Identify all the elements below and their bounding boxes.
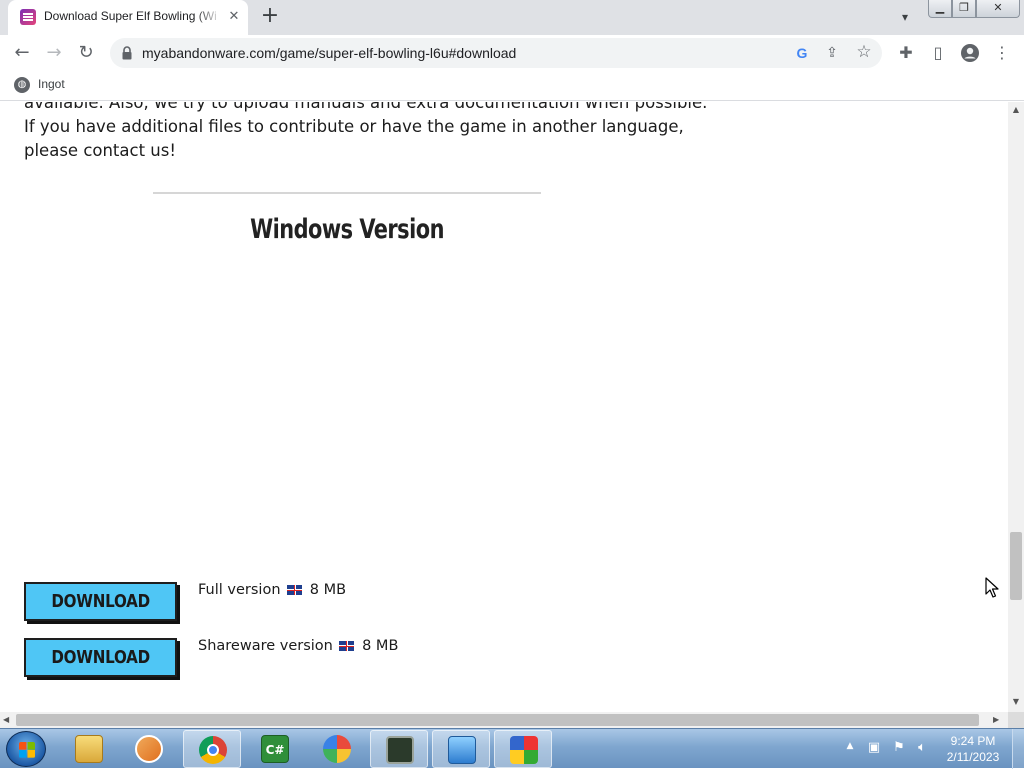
intro-line: If you have additional files to contribu…: [24, 117, 684, 136]
download-button-label: DOWNLOAD: [51, 647, 150, 668]
avg-icon: [510, 736, 538, 764]
taskbar-file-explorer[interactable]: [60, 730, 118, 768]
download-shareware-button[interactable]: DOWNLOAD: [24, 638, 177, 677]
tab-search-chevron-icon[interactable]: ▾: [894, 6, 916, 28]
taskbar-monitor-app[interactable]: [370, 730, 428, 768]
section-divider: [153, 192, 541, 194]
bookmark-star-icon[interactable]: ☆: [854, 42, 874, 62]
lock-icon[interactable]: [122, 46, 132, 60]
download-name: Shareware version: [198, 638, 333, 654]
media-player-icon: [135, 735, 163, 763]
download-size: 8 MB: [362, 638, 399, 654]
horizontal-scroll-thumb[interactable]: [16, 714, 979, 726]
scrollbar-corner: [1008, 712, 1024, 728]
file-explorer-icon: [75, 735, 103, 763]
vertical-scroll-thumb[interactable]: [1010, 532, 1022, 600]
restore-window-button[interactable]: ❐: [952, 0, 976, 18]
forward-arrow-icon[interactable]: →: [40, 39, 68, 67]
tab-strip: Download Super Elf Bowling (Wi ✕ + ▾ ▁ ❐…: [0, 0, 1024, 35]
scroll-down-arrow-icon[interactable]: ▼: [1011, 698, 1021, 706]
volume-icon[interactable]: 🔈︎: [914, 739, 930, 757]
scroll-left-arrow-icon[interactable]: ◀: [3, 715, 13, 725]
vertical-scrollbar[interactable]: ▲ ▼: [1008, 102, 1024, 712]
scroll-up-arrow-icon[interactable]: ▲: [1011, 106, 1021, 114]
show-hidden-icons-icon[interactable]: ▲: [844, 741, 856, 753]
action-center-flag-icon[interactable]: ⚑: [891, 739, 907, 757]
chrome-menu-icon[interactable]: ⋮: [989, 40, 1015, 66]
download-name: Full version: [198, 582, 281, 598]
bookmarks-bar: ◍ Ingot: [0, 71, 1024, 101]
scroll-right-arrow-icon[interactable]: ▶: [993, 715, 1003, 725]
windows-taskbar: C# ▲ ▣ ⚑ 🔈︎ 9:24 PM 2/11/2023: [0, 728, 1024, 769]
uk-flag-icon: [287, 585, 303, 595]
section-heading: Windows Version: [250, 214, 444, 245]
network-icon[interactable]: ▣: [866, 739, 882, 757]
tab-title: Download Super Elf Bowling (Wi: [44, 9, 217, 23]
monitor-app-icon: [386, 736, 414, 764]
clock-time[interactable]: 9:24 PM: [940, 734, 1006, 748]
taskbar-avg[interactable]: [494, 730, 552, 768]
extensions-puzzle-icon[interactable]: ✚: [893, 40, 919, 66]
uk-flag-icon: [339, 641, 355, 651]
taskbar-media-player[interactable]: [120, 730, 178, 768]
reload-icon[interactable]: ↻: [72, 39, 100, 67]
taskbar-csharp[interactable]: C#: [246, 730, 304, 768]
google-lens-icon[interactable]: G: [792, 43, 812, 63]
profile-avatar-icon[interactable]: [957, 40, 983, 66]
taskbar-chrome[interactable]: [183, 730, 241, 768]
intro-paragraph: available. Also, we try to upload manual…: [24, 102, 708, 163]
download-size: 8 MB: [309, 582, 347, 598]
show-desktop-button[interactable]: [1012, 729, 1024, 769]
intro-line: available. Also, we try to upload manual…: [24, 102, 708, 112]
browser-shield-icon: [323, 735, 351, 763]
url-text[interactable]: myabandonware.com/game/super-elf-bowling…: [142, 45, 516, 61]
share-icon[interactable]: ⇪: [822, 43, 842, 63]
control-panel-icon: [448, 736, 476, 764]
site-favicon-icon: [20, 9, 36, 25]
download-button-label: DOWNLOAD: [51, 591, 150, 612]
close-window-button[interactable]: ✕: [976, 0, 1020, 18]
chrome-icon: [199, 736, 227, 764]
intro-line: please contact us!: [24, 141, 176, 160]
clock-date[interactable]: 2/11/2023: [940, 750, 1006, 764]
mouse-cursor-icon: [985, 577, 999, 598]
page-content: available. Also, we try to upload manual…: [0, 102, 1008, 712]
taskbar-control-panel[interactable]: [432, 730, 490, 768]
side-panel-icon[interactable]: ▯: [925, 40, 951, 66]
browser-toolbar: ← → ↻ myabandonware.com/game/super-elf-b…: [0, 35, 1024, 71]
globe-icon[interactable]: ◍: [14, 77, 30, 93]
address-bar[interactable]: myabandonware.com/game/super-elf-bowling…: [110, 38, 882, 68]
horizontal-scrollbar[interactable]: ◀ ▶: [0, 712, 1008, 728]
taskbar-browser-shield[interactable]: [308, 730, 366, 768]
back-arrow-icon[interactable]: ←: [8, 39, 36, 67]
browser-tab[interactable]: Download Super Elf Bowling (Wi ✕: [8, 0, 248, 35]
download-full-info: Full version 8 MB: [198, 582, 346, 598]
minimize-window-button[interactable]: ▁: [928, 0, 952, 18]
download-full-button[interactable]: DOWNLOAD: [24, 582, 177, 621]
download-shareware-info: Shareware version 8 MB: [198, 638, 398, 654]
close-tab-icon[interactable]: ✕: [226, 8, 242, 26]
new-tab-button[interactable]: +: [258, 5, 282, 29]
csharp-icon: C#: [261, 735, 289, 763]
bookmark-item-ingot[interactable]: Ingot: [38, 77, 65, 91]
start-button[interactable]: [6, 731, 46, 767]
